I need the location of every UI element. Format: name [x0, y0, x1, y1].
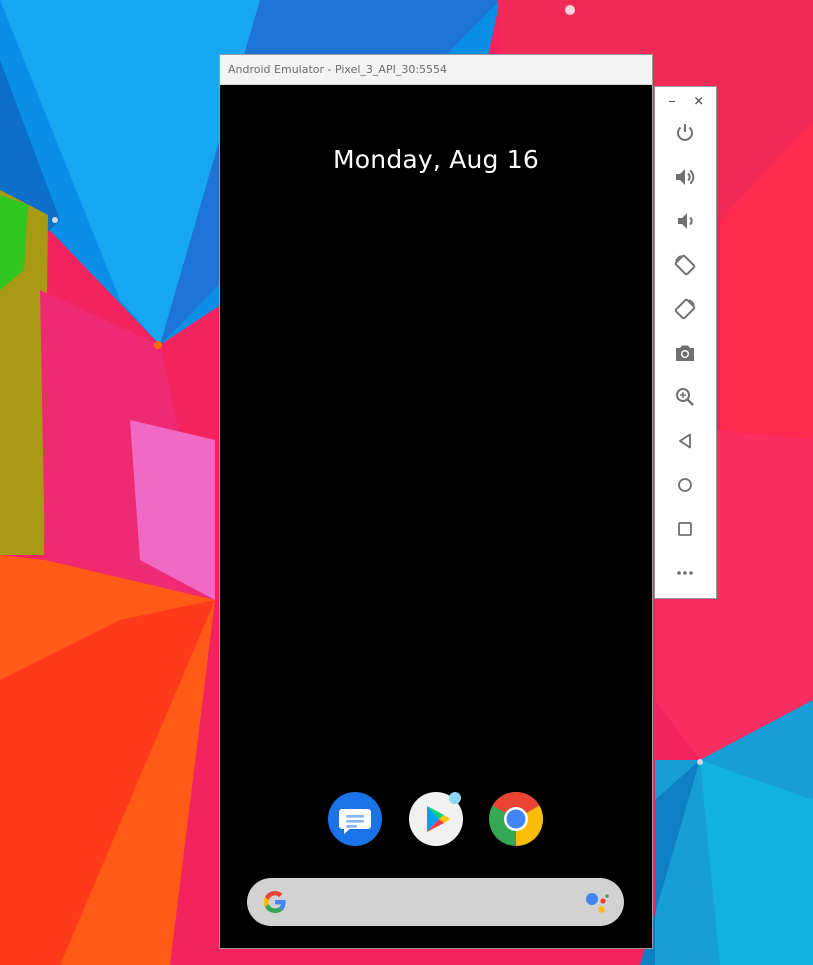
- emulator-window: Android Emulator - Pixel_3_API_30:5554 M…: [220, 55, 652, 948]
- google-assistant-icon[interactable]: [584, 890, 610, 916]
- rotate-right-icon: [674, 298, 696, 320]
- desktop: Android Emulator - Pixel_3_API_30:5554 M…: [0, 0, 813, 965]
- volume-up-icon: [676, 169, 695, 185]
- volume-down-button[interactable]: [670, 206, 700, 236]
- google-g-icon: [263, 891, 286, 913]
- window-title: Android Emulator - Pixel_3_API_30:5554: [228, 63, 448, 76]
- chrome-app-icon[interactable]: [489, 791, 544, 846]
- more-icon: [677, 571, 693, 575]
- minimize-button[interactable]: [664, 94, 680, 108]
- camera-icon: [676, 345, 694, 361]
- emulator-side-toolbar: [654, 86, 717, 599]
- messages-icon: [328, 792, 382, 846]
- lockscreen-date: Monday, Aug 16: [333, 145, 539, 174]
- google-search-bar[interactable]: [247, 878, 624, 926]
- minimize-icon: [669, 101, 675, 102]
- close-icon: [695, 97, 703, 105]
- rotate-left-icon: [674, 254, 696, 276]
- volume-down-icon: [678, 213, 693, 229]
- power-icon: [677, 124, 693, 141]
- back-icon: [679, 433, 691, 449]
- play-store-app-icon[interactable]: [409, 792, 463, 846]
- rotate-left-button[interactable]: [670, 250, 700, 280]
- more-button[interactable]: [670, 558, 700, 588]
- chrome-icon: [489, 791, 544, 846]
- zoom-icon: [676, 388, 694, 406]
- screenshot-button[interactable]: [670, 338, 700, 368]
- overview-icon: [678, 522, 692, 536]
- zoom-button[interactable]: [670, 382, 700, 412]
- power-button[interactable]: [670, 118, 700, 148]
- home-icon: [678, 478, 692, 492]
- home-button[interactable]: [670, 470, 700, 500]
- close-button[interactable]: [691, 94, 707, 108]
- volume-up-button[interactable]: [670, 162, 700, 192]
- notification-dot-icon: [449, 792, 461, 804]
- rotate-right-button[interactable]: [670, 294, 700, 324]
- back-button[interactable]: [670, 426, 700, 456]
- overview-button[interactable]: [670, 514, 700, 544]
- messages-app-icon[interactable]: [328, 792, 382, 846]
- title-bar[interactable]: Android Emulator - Pixel_3_API_30:5554: [220, 55, 652, 85]
- device-screen[interactable]: Monday, Aug 16: [220, 85, 652, 948]
